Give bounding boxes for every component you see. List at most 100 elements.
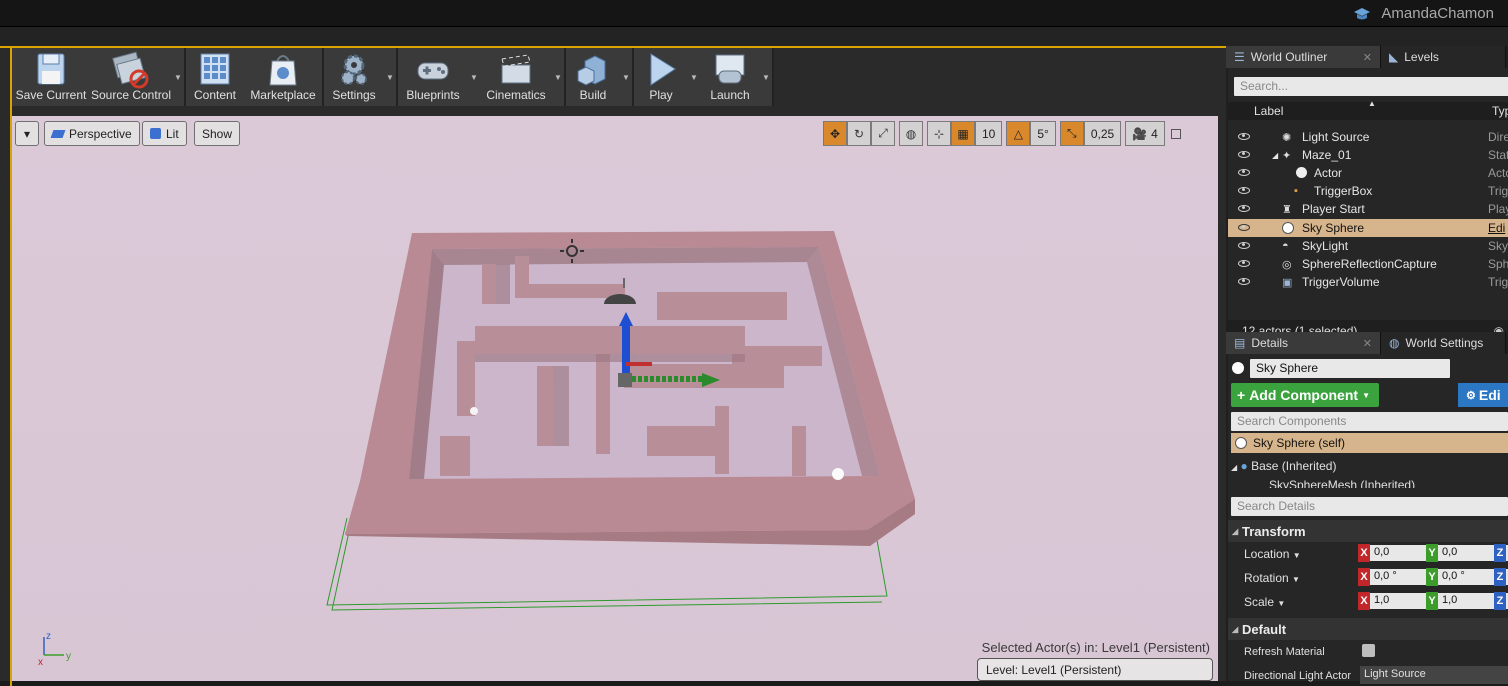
visibility-eye-icon[interactable] <box>1238 278 1250 285</box>
grid-snap-toggle[interactable]: ▦ <box>951 121 975 146</box>
tab-world-settings[interactable]: ◍ World Settings <box>1381 332 1506 354</box>
settings-button[interactable]: Settings <box>324 48 384 106</box>
location-label[interactable]: Location ▼ <box>1244 547 1301 561</box>
viewport-options-button[interactable]: ▾ <box>15 121 39 146</box>
visibility-eye-icon[interactable] <box>1238 151 1250 158</box>
expand-arrow-icon[interactable]: ◢ <box>1272 151 1278 160</box>
tab-world-outliner[interactable]: ☰ World Outliner ✕ <box>1226 46 1381 68</box>
refresh-material-label: Refresh Material <box>1244 646 1325 658</box>
marketplace-button[interactable]: Marketplace <box>244 48 322 106</box>
user-name[interactable]: AmandaChamon <box>1381 5 1494 22</box>
self-component-item[interactable]: Sky Sphere (self) <box>1231 433 1508 453</box>
blueprints-dropdown[interactable]: ▼ <box>468 48 480 106</box>
column-label-header[interactable]: Label <box>1254 104 1283 118</box>
cinematics-dropdown[interactable]: ▼ <box>552 48 564 106</box>
perspective-button[interactable]: Perspective <box>44 121 140 146</box>
edit-blueprint-button[interactable]: ⚙ Edi <box>1458 383 1508 407</box>
close-icon[interactable]: ✕ <box>1363 337 1372 350</box>
viewport-snap-controls: ✥ ↻ ⤢ ◍ ⊹ ▦ 10 △ 5° ⤡ 0,25 🎥 4 <box>823 121 1181 146</box>
show-button[interactable]: Show <box>194 121 241 146</box>
rotate-mode-button[interactable]: ↻ <box>847 121 871 146</box>
maximize-viewport-icon[interactable] <box>1170 128 1181 139</box>
play-button[interactable]: Play <box>634 48 688 106</box>
search-details-input[interactable]: Search Details <box>1231 497 1508 516</box>
scale-y-field[interactable]: Y 1,0 <box>1426 592 1494 610</box>
location-x-field[interactable]: X 0,0 <box>1358 544 1428 562</box>
outliner-search-input[interactable]: Search... <box>1234 77 1508 96</box>
current-level-status[interactable]: Level: Level1 (Persistent) <box>977 658 1213 681</box>
list-item[interactable]: ◎ SphereReflectionCapture Sph <box>1228 255 1508 273</box>
source-control-button[interactable]: Source Control <box>90 48 172 106</box>
expand-arrow-icon[interactable]: ◢ <box>1231 463 1237 472</box>
rotation-label[interactable]: Rotation ▼ <box>1244 571 1300 585</box>
search-components-input[interactable]: Search Components <box>1231 412 1508 431</box>
cinematics-button[interactable]: Cinematics <box>480 48 552 106</box>
scale-label[interactable]: Scale ▼ <box>1244 595 1285 609</box>
settings-dropdown[interactable]: ▼ <box>384 48 396 106</box>
visibility-eye-icon[interactable] <box>1238 169 1250 176</box>
list-item[interactable]: ◓ SkyLight Sky <box>1228 237 1508 255</box>
graduation-cap-icon[interactable] <box>1353 7 1371 21</box>
location-y-field[interactable]: Y 0,0 <box>1426 544 1494 562</box>
list-icon: ☰ <box>1234 50 1245 64</box>
maze-scene[interactable] <box>12 116 1218 681</box>
refresh-material-checkbox[interactable] <box>1362 644 1375 657</box>
base-inherited-item[interactable]: ◢ ● Base (Inherited) <box>1231 459 1336 473</box>
build-button[interactable]: Build <box>566 48 620 106</box>
rotation-snap-toggle[interactable]: △ <box>1006 121 1031 146</box>
actor-name-input[interactable]: Sky Sphere <box>1250 359 1450 378</box>
rotation-x-field[interactable]: X 0,0 ° <box>1358 568 1428 586</box>
level-viewport[interactable]: ▾ Perspective Lit Show ✥ ↻ ⤢ ◍ ⊹ ▦ 10 △ … <box>12 116 1218 681</box>
list-item[interactable]: ▣ TriggerVolume Trig <box>1228 273 1508 291</box>
add-component-button[interactable]: + Add Component ▼ <box>1231 383 1379 407</box>
scale-z-field[interactable]: Z <box>1494 592 1508 610</box>
maze-mesh[interactable] <box>345 231 915 546</box>
launch-button[interactable]: Launch <box>700 48 760 106</box>
title-bar: AmandaChamon <box>0 0 1508 27</box>
scale-snap-value[interactable]: 0,25 <box>1083 121 1122 146</box>
visibility-eye-icon[interactable] <box>1238 205 1250 212</box>
rotation-z-field[interactable]: Z <box>1494 568 1508 586</box>
visibility-eye-icon[interactable] <box>1238 224 1250 231</box>
location-z-field[interactable]: Z <box>1494 544 1508 562</box>
sky-sphere-mesh-item[interactable]: SkySphereMesh (Inherited) <box>1269 478 1415 488</box>
camera-speed-button[interactable]: 🎥 4 <box>1125 121 1165 146</box>
content-button[interactable]: Content <box>186 48 244 106</box>
rotation-snap-value[interactable]: 5° <box>1030 121 1056 146</box>
list-item[interactable]: ✺ Light Source Dire <box>1228 128 1508 146</box>
scale-x-field[interactable]: X 1,0 <box>1358 592 1428 610</box>
svg-text:z: z <box>46 631 51 642</box>
surface-snap-button[interactable]: ⊹ <box>927 121 951 146</box>
blueprints-button[interactable]: Blueprints <box>398 48 468 106</box>
grid-snap-value[interactable]: 10 <box>975 121 1003 146</box>
list-item[interactable]: ▪ TriggerBox Trig <box>1228 182 1508 200</box>
visibility-eye-icon[interactable] <box>1238 133 1250 140</box>
scale-mode-button[interactable]: ⤢ <box>871 121 895 146</box>
sphere-reflection-capture-icon[interactable] <box>832 468 844 480</box>
visibility-eye-icon[interactable] <box>1238 187 1250 194</box>
translate-mode-button[interactable]: ✥ <box>823 121 847 146</box>
list-item[interactable]: ♜ Player Start Play <box>1228 200 1508 218</box>
scale-snap-toggle[interactable]: ⤡ <box>1059 121 1084 146</box>
default-section-header[interactable]: Default <box>1228 618 1508 640</box>
rotation-y-field[interactable]: Y 0,0 ° <box>1426 568 1494 586</box>
visibility-eye-icon[interactable] <box>1238 242 1250 249</box>
close-icon[interactable]: ✕ <box>1363 51 1372 64</box>
list-item[interactable]: Actor Acto <box>1228 164 1508 182</box>
play-dropdown[interactable]: ▼ <box>688 48 700 106</box>
world-local-toggle[interactable]: ◍ <box>899 121 923 146</box>
player-start-icon[interactable] <box>470 407 478 415</box>
visibility-eye-icon[interactable] <box>1238 260 1250 267</box>
directional-light-actor-picker[interactable]: Light Source <box>1360 666 1508 684</box>
tab-levels[interactable]: ◣ Levels <box>1381 46 1506 68</box>
build-dropdown[interactable]: ▼ <box>620 48 632 106</box>
source-control-dropdown[interactable]: ▼ <box>172 48 184 106</box>
view-mode-lit-button[interactable]: Lit <box>142 121 187 146</box>
save-current-button[interactable]: Save Current <box>12 48 90 106</box>
launch-dropdown[interactable]: ▼ <box>760 48 772 106</box>
tab-details[interactable]: ▤ Details ✕ <box>1226 332 1381 354</box>
column-type-header[interactable]: Typ <box>1492 104 1508 118</box>
list-item-selected[interactable]: Sky Sphere Edi <box>1228 219 1508 237</box>
list-item[interactable]: ◢ ✦ Maze_01 Stat <box>1228 146 1508 164</box>
transform-section-header[interactable]: Transform <box>1228 520 1508 542</box>
